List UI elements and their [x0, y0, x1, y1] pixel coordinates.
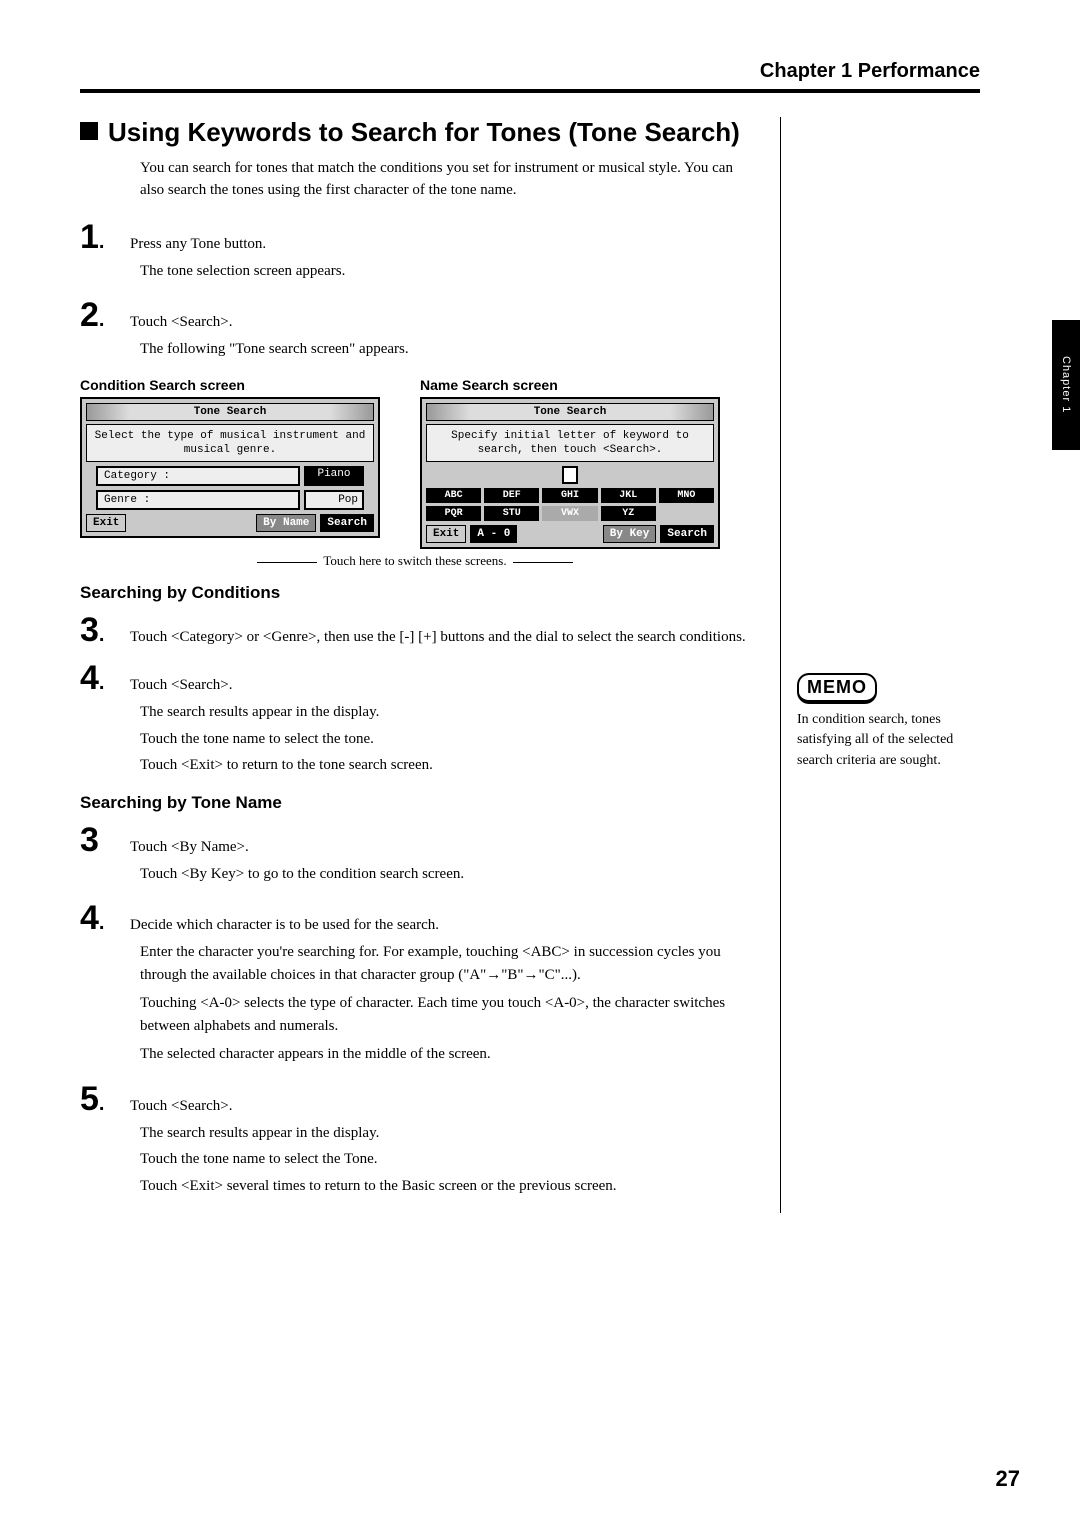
cond-byname-button[interactable]: By Name: [256, 514, 316, 532]
page-number: 27: [996, 1466, 1020, 1492]
step-4-number: 4.: [80, 661, 130, 695]
step-1-number: 1.: [80, 220, 130, 254]
main-content: Using Keywords to Search for Tones (Tone…: [80, 117, 750, 1213]
cond-genre-value[interactable]: Pop: [304, 490, 364, 510]
name-a0-button[interactable]: A - 0: [470, 525, 517, 543]
step-4-e3: Touch <Exit> to return to the tone searc…: [140, 754, 750, 777]
name-exit-button[interactable]: Exit: [426, 525, 466, 543]
intro-paragraph: You can search for tones that match the …: [140, 158, 750, 202]
cond-category-row[interactable]: Category : Piano: [96, 466, 364, 486]
key-mno[interactable]: MNO: [659, 488, 714, 503]
step-4: 4. Touch <Search>.: [80, 661, 750, 695]
cond-genre-row[interactable]: Genre : Pop: [96, 490, 364, 510]
name-char-box: [562, 466, 578, 484]
step-3b: 3 Touch <By Name>.: [80, 823, 750, 857]
name-lcd: Tone Search Specify initial letter of ke…: [420, 397, 720, 550]
name-bykey-button[interactable]: By Key: [603, 525, 657, 543]
step-3b-number: 3: [80, 823, 130, 857]
cond-lcd-title: Tone Search: [86, 403, 374, 421]
bullet-icon: [80, 122, 98, 140]
step-4b-e1: Enter the character you're searching for…: [140, 941, 750, 986]
step-1-title: Press any Tone button.: [130, 236, 750, 253]
switch-note: Touch here to switch these screens.: [80, 553, 750, 569]
cond-genre-label: Genre :: [96, 490, 300, 510]
step-3: 3. Touch <Category> or <Genre>, then use…: [80, 613, 750, 647]
section-title-text: Using Keywords to Search for Tones (Tone…: [108, 117, 740, 147]
step-2-expl: The following "Tone search screen" appea…: [140, 338, 750, 361]
step-4b-title: Decide which character is to be used for…: [130, 917, 750, 934]
key-yz[interactable]: YZ: [601, 506, 656, 521]
step-3-number: 3.: [80, 613, 130, 647]
key-vwx[interactable]: VWX: [542, 506, 597, 521]
key-abc[interactable]: ABC: [426, 488, 481, 503]
name-search-block: Name Search screen Tone Search Specify i…: [420, 377, 720, 550]
cond-category-value[interactable]: Piano: [304, 466, 364, 486]
cond-lcd-msg: Select the type of musical instrument an…: [86, 424, 374, 463]
step-5-number: 5.: [80, 1082, 130, 1116]
section-title: Using Keywords to Search for Tones (Tone…: [80, 117, 750, 148]
key-pqr[interactable]: PQR: [426, 506, 481, 521]
step-1-expl: The tone selection screen appears.: [140, 260, 750, 283]
name-lcd-title: Tone Search: [426, 403, 714, 421]
step-4-e1: The search results appear in the display…: [140, 701, 750, 724]
step-5: 5. Touch <Search>.: [80, 1082, 750, 1116]
name-search-button[interactable]: Search: [660, 525, 714, 543]
memo-icon: MEMO: [797, 673, 877, 704]
screens-row: Condition Search screen Tone Search Sele…: [80, 377, 750, 550]
step-2-number: 2.: [80, 298, 130, 332]
step-4-title: Touch <Search>.: [130, 677, 750, 694]
name-lcd-msg: Specify initial letter of keyword to sea…: [426, 424, 714, 463]
memo-block: MEMO In condition search, tones satisfyi…: [797, 673, 980, 771]
cond-lcd: Tone Search Select the type of musical i…: [80, 397, 380, 539]
step-3b-e1: Touch <By Key> to go to the condition se…: [140, 863, 750, 886]
header-rule: [80, 89, 980, 93]
subhead-conditions: Searching by Conditions: [80, 583, 750, 603]
name-key-grid: ABC DEF GHI JKL MNO PQR STU VWX YZ: [426, 488, 714, 521]
step-2-title: Touch <Search>.: [130, 314, 750, 331]
step-4b-e3: The selected character appears in the mi…: [140, 1043, 750, 1066]
key-jkl[interactable]: JKL: [601, 488, 656, 503]
key-ghi[interactable]: GHI: [542, 488, 597, 503]
step-5-e1: The search results appear in the display…: [140, 1122, 750, 1145]
cond-caption: Condition Search screen: [80, 377, 380, 393]
step-4b-e2: Touching <A-0> selects the type of chara…: [140, 992, 750, 1037]
name-bottom-row: Exit A - 0 By Key Search: [426, 525, 714, 543]
step-5-e2: Touch the tone name to select the Tone.: [140, 1148, 750, 1171]
key-def[interactable]: DEF: [484, 488, 539, 503]
sidebar: MEMO In condition search, tones satisfyi…: [780, 117, 980, 1213]
memo-text: In condition search, tones satisfying al…: [797, 710, 980, 771]
key-stu[interactable]: STU: [484, 506, 539, 521]
cond-exit-button[interactable]: Exit: [86, 514, 126, 532]
subhead-tone-name: Searching by Tone Name: [80, 793, 750, 813]
cond-bottom-row: Exit By Name Search: [86, 514, 374, 532]
step-3-title: Touch <Category> or <Genre>, then use th…: [130, 629, 750, 646]
cond-category-label: Category :: [96, 466, 300, 486]
chapter-header: Chapter 1 Performance: [80, 60, 980, 83]
cond-search-button[interactable]: Search: [320, 514, 374, 532]
step-2: 2. Touch <Search>.: [80, 298, 750, 332]
step-4b: 4. Decide which character is to be used …: [80, 901, 750, 935]
step-5-e3: Touch <Exit> several times to return to …: [140, 1175, 750, 1198]
step-4-e2: Touch the tone name to select the tone.: [140, 728, 750, 751]
side-tab: Chapter 1: [1052, 320, 1080, 450]
name-caption: Name Search screen: [420, 377, 720, 393]
condition-search-block: Condition Search screen Tone Search Sele…: [80, 377, 380, 550]
step-4b-number: 4.: [80, 901, 130, 935]
step-5-title: Touch <Search>.: [130, 1098, 750, 1115]
step-3b-title: Touch <By Name>.: [130, 839, 750, 856]
step-1: 1. Press any Tone button.: [80, 220, 750, 254]
